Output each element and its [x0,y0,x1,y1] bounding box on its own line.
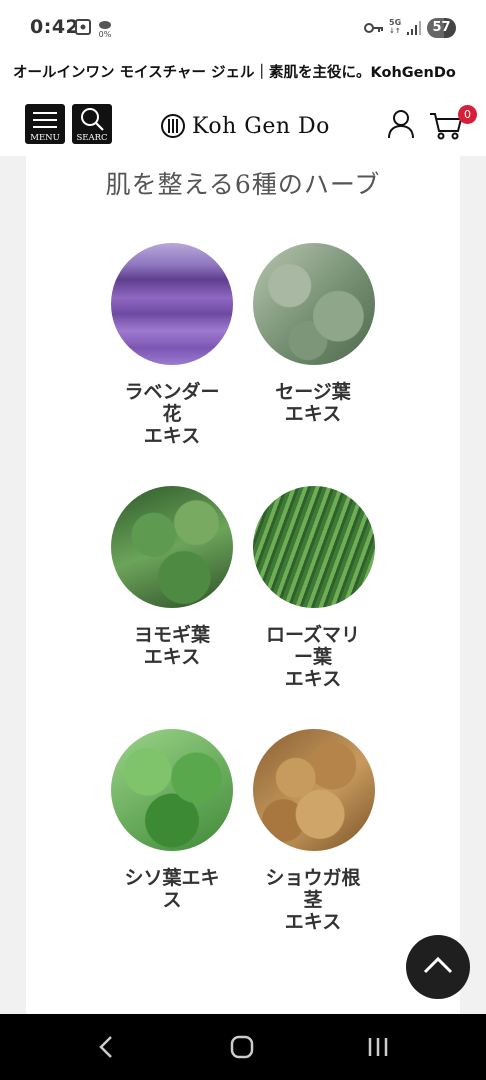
user-icon[interactable] [387,109,415,139]
system-navigation-bar [0,1014,486,1080]
shiso-image [111,729,233,851]
status-bar: 0:42 0% 5G ↓↑ 57 [0,0,486,56]
logo-text: Koh Gen Do [192,113,330,139]
screenshot-icon [75,19,91,35]
back-icon[interactable] [96,1035,118,1059]
status-time: 0:42 [30,16,80,38]
search-button[interactable]: SEARC [72,104,112,144]
sage-image [253,243,375,365]
site-header: MENU SEARC Koh Gen Do [0,92,486,156]
recents-icon[interactable] [366,1035,390,1059]
network-type: 5G ↓↑ [389,18,402,36]
page-title: オールインワン モイスチャー ジェル｜素肌を主役に。KohGenDo [13,65,456,81]
menu-label: MENU [30,133,60,143]
hamburger-icon-bar [33,119,57,121]
home-icon[interactable] [230,1035,254,1059]
search-icon [81,108,104,131]
logo-mark-icon [161,114,185,138]
data-usage-value: 0% [98,30,112,39]
cart-count-badge: 0 [458,105,477,124]
chevron-up-icon [423,956,453,974]
hamburger-icon [33,112,57,114]
lavender-image [111,243,233,365]
herb-label-shiso: シソ葉エキ ス [124,867,220,911]
herb-label-sage: セージ葉 エキス [275,381,351,425]
hamburger-icon-bar [33,126,57,128]
search-label: SEARC [76,133,108,143]
cloud-icon [99,21,111,29]
brand-logo[interactable]: Koh Gen Do [161,112,330,140]
vpn-key-icon [364,23,383,33]
data-usage-indicator: 0% [98,20,112,39]
battery-indicator: 57 [427,18,456,38]
battery-level: 57 [432,20,451,35]
signal-icon [407,21,421,35]
section-title: 肌を整える6種のハーブ [105,170,381,199]
herb-label-ginger: ショウガ根 茎 エキス [265,867,361,933]
ginger-image [253,729,375,851]
herb-label-lavender: ラベンダー 花 エキス [124,381,220,447]
menu-button[interactable]: MENU [25,104,65,144]
herb-label-rosemary: ローズマリ ー葉 エキス [265,624,361,690]
herb-label-mugwort: ヨモギ葉 エキス [133,624,210,668]
scroll-to-top-button[interactable] [406,935,470,999]
rosemary-image [253,486,375,608]
mugwort-image [111,486,233,608]
